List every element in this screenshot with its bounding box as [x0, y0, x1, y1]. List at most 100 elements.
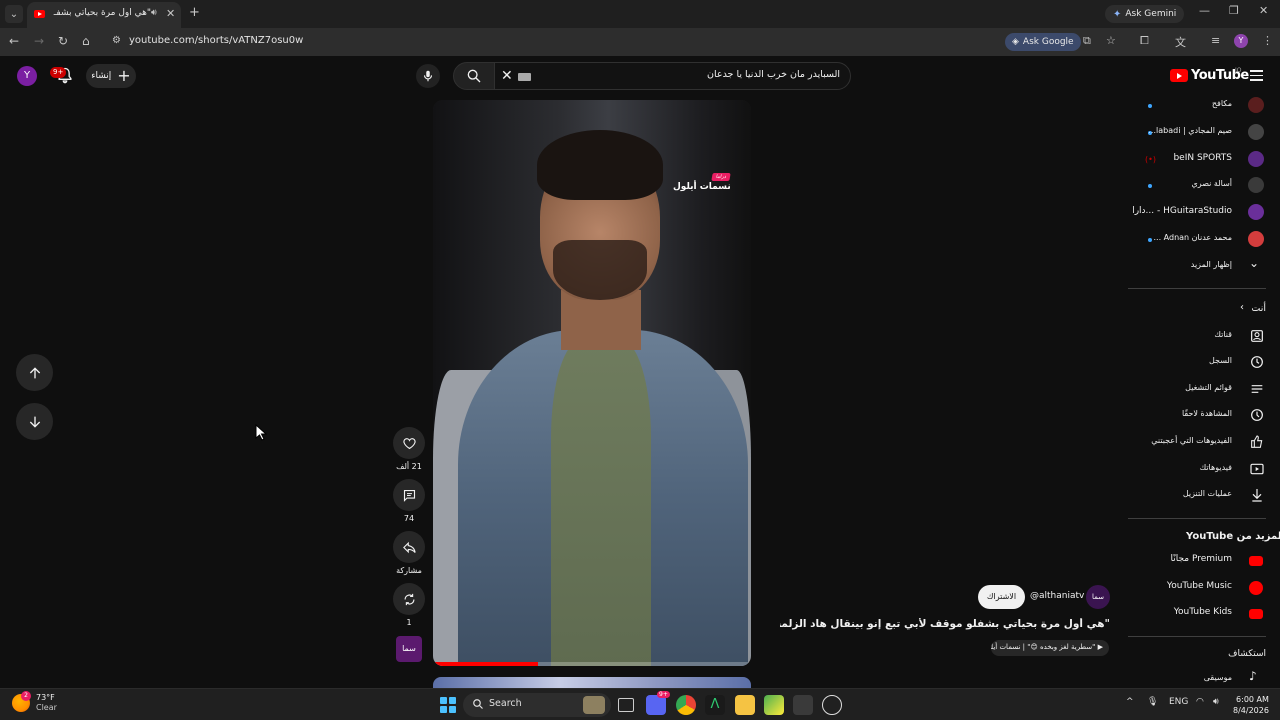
taskbar-search-box[interactable]: Search: [463, 693, 611, 717]
guide-menu-icon[interactable]: [1250, 70, 1263, 84]
account-avatar[interactable]: Y: [17, 66, 37, 86]
sidebar-item-label: YouTube Kids: [1173, 607, 1232, 617]
channel-handle[interactable]: @althaniatv: [1030, 591, 1084, 601]
like-button[interactable]: [393, 427, 425, 459]
translate-icon[interactable]: 文: [1175, 34, 1186, 50]
home-icon[interactable]: ⌂: [82, 34, 90, 48]
youtube-kids-icon: [1249, 609, 1263, 619]
address-bar[interactable]: ⚙ youtube.com/shorts/vATNZ7osu0w: [104, 31, 1002, 53]
sidebar-subscription[interactable]: (•) beIN SPORTS: [1128, 147, 1280, 173]
sidebar-subscription[interactable]: صيم المجادي | labadi...: [1128, 120, 1280, 146]
sidebar-item-label: قوائم التشغيل: [1185, 383, 1232, 392]
minimize-icon[interactable]: —: [1199, 4, 1210, 17]
search-input[interactable]: ✕ السبايدر مان خرب الدنيا يا جدعان: [494, 62, 851, 90]
previous-short-button[interactable]: [16, 354, 53, 391]
ask-google-button[interactable]: ◈ Ask Google: [1005, 33, 1081, 51]
discord-icon[interactable]: 9+: [646, 691, 670, 715]
sidebar-divider: [1128, 518, 1266, 519]
music-title: "سطرية لغز وبخده 😊" | نسمات أيلول: [991, 643, 1096, 651]
channel-avatar-icon: [1248, 124, 1264, 140]
tab-list-chevron-icon[interactable]: ⌄: [5, 5, 23, 23]
speaker-icon[interactable]: 🔊︎: [151, 8, 157, 18]
sidebar-item-playlists[interactable]: قوائم التشغيل: [1128, 377, 1280, 403]
sidebar-item-downloads[interactable]: عمليات التنزيل: [1128, 483, 1280, 509]
volume-icon[interactable]: 🔊︎: [1213, 697, 1219, 707]
comments-button[interactable]: [393, 479, 425, 511]
browser-tab[interactable]: "هي أول مرة بحياتي بشفـ (9) 🔊︎ ✕: [27, 2, 181, 28]
site-info-icon[interactable]: ⚙: [112, 35, 121, 46]
close-window-icon[interactable]: ✕: [1259, 4, 1268, 17]
sidebar-item-your-videos[interactable]: فيديوهاتك: [1128, 457, 1280, 483]
music-chip[interactable]: ▶ "سطرية لغز وبخده 😊" | نسمات أيلول: [991, 640, 1109, 656]
reload-icon[interactable]: ↻: [58, 34, 68, 48]
weather-widget[interactable]: 2 73°F Clear: [12, 691, 57, 713]
remix-button[interactable]: [393, 583, 425, 615]
sidebar-subscription[interactable]: HGuitaraStudio - ...دارا: [1128, 200, 1280, 226]
sidebar-item-your-channel[interactable]: قناتك: [1128, 324, 1280, 350]
sidebar-subscription[interactable]: أسالة نصري: [1128, 173, 1280, 199]
clear-search-icon[interactable]: ✕: [501, 68, 513, 84]
new-tab-button[interactable]: +: [189, 5, 200, 20]
subscribe-button[interactable]: الاشتراك: [978, 585, 1025, 609]
plus-icon: +: [117, 66, 131, 85]
bookmark-star-icon[interactable]: ☆: [1106, 34, 1116, 47]
video-progress-bar[interactable]: [433, 662, 751, 666]
close-tab-icon[interactable]: ✕: [166, 7, 175, 20]
live-icon: (•): [1145, 155, 1156, 164]
search-button[interactable]: [453, 62, 495, 90]
sidebar-item-watch-later[interactable]: المشاهدة لاحقًا: [1128, 403, 1280, 429]
pc-app-icon[interactable]: [793, 695, 813, 715]
show-hidden-icons-icon[interactable]: ^: [1126, 697, 1134, 707]
clock-date: 8/4/2026: [1233, 706, 1269, 715]
forward-arrow-icon[interactable]: →: [34, 34, 44, 48]
cast-icon[interactable]: ⧉: [1083, 34, 1091, 48]
channel-thumbnail[interactable]: سما: [396, 636, 422, 662]
channel-avatar[interactable]: سما: [1086, 585, 1110, 609]
create-button[interactable]: إنشاء +: [86, 64, 136, 88]
xbox-icon[interactable]: [822, 695, 842, 715]
arrow-up-icon: [29, 366, 40, 378]
chrome-icon[interactable]: [676, 695, 696, 715]
sidebar-item-label: فيديوهاتك: [1199, 463, 1232, 472]
sidebar-item-premium[interactable]: Premium مجانًا: [1128, 548, 1280, 574]
sidebar-item-youtube-kids[interactable]: YouTube Kids: [1128, 601, 1280, 627]
youtube-play-logo-icon: [1170, 69, 1188, 82]
sidebar-item-liked-videos[interactable]: الفيديوهات التي أعجبتني: [1128, 430, 1280, 456]
extensions-icon[interactable]: ⧠: [1140, 34, 1149, 48]
back-arrow-icon[interactable]: ←: [9, 34, 19, 48]
voice-search-mic-icon[interactable]: [416, 64, 440, 88]
sidebar-item-youtube-music[interactable]: YouTube Music: [1128, 575, 1280, 601]
your-videos-icon: [1250, 463, 1264, 475]
windows-start-icon[interactable]: [440, 697, 456, 713]
media-controls-icon[interactable]: ≡: [1211, 34, 1220, 47]
sidebar-subscription[interactable]: مكافح: [1128, 93, 1280, 119]
short-title[interactable]: "هي أول مرة بحياتي بشفلو موقف لأبي تبع إ…: [780, 618, 1110, 630]
input-language[interactable]: ENG: [1169, 697, 1188, 707]
video-person-shirt: [551, 340, 651, 666]
sidebar-you-header[interactable]: أنت ‹: [1128, 300, 1266, 318]
restore-icon[interactable]: ❐: [1229, 4, 1239, 17]
weather-temperature: 73°F: [36, 693, 55, 702]
chevron-left-icon: ‹: [1240, 302, 1244, 313]
video-person-hair: [537, 130, 663, 200]
sidebar-item-history[interactable]: السجل: [1128, 350, 1280, 376]
terminal-icon[interactable]: Λ: [705, 695, 725, 715]
ask-gemini-button[interactable]: ✦ Ask Gemini: [1105, 5, 1185, 23]
keyboard-icon[interactable]: [518, 73, 531, 81]
microphone-icon[interactable]: 🎙︎: [1147, 697, 1158, 707]
app-stack-icon[interactable]: [764, 695, 784, 715]
comment-count: 74: [403, 514, 415, 523]
file-explorer-icon[interactable]: [735, 695, 755, 715]
short-video-player[interactable]: دراما نسمات أيلول: [433, 100, 751, 666]
task-view-icon[interactable]: [618, 698, 634, 712]
browser-menu-icon[interactable]: ⋮: [1262, 34, 1273, 47]
subscription-name: صيم المجادي | labadi...: [1148, 126, 1232, 135]
browser-profile-avatar[interactable]: Y: [1234, 34, 1248, 48]
sidebar-subscription[interactable]: محمد عدنان Adnan ...: [1128, 227, 1280, 253]
next-short-button[interactable]: [16, 403, 53, 440]
share-button[interactable]: [393, 531, 425, 563]
weather-condition: Clear: [36, 703, 57, 712]
sidebar-show-more[interactable]: إظهار المزيد ⌄: [1128, 254, 1280, 280]
wifi-icon[interactable]: ◠: [1196, 697, 1204, 707]
taskbar-clock[interactable]: 6:00 AM 8/4/2026: [1233, 694, 1269, 716]
